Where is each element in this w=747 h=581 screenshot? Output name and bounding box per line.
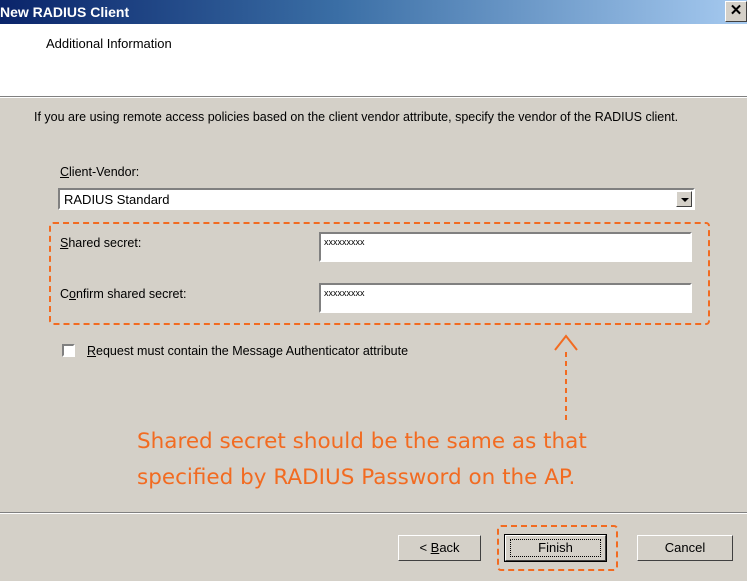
arrow-head-icon	[554, 334, 578, 351]
annotation-note: Shared secret should be the same as that…	[137, 424, 697, 496]
dialog-window: New RADIUS Client ✕ Additional Informati…	[0, 0, 747, 581]
footer-divider	[0, 512, 747, 514]
annotation-highlight-finish	[497, 525, 618, 571]
annotation-line-1: Shared secret should be the same as that	[137, 429, 587, 454]
annotation-line-2: specified by RADIUS Password on the AP.	[137, 465, 576, 490]
back-button[interactable]: < Back	[398, 535, 481, 561]
cancel-button[interactable]: Cancel	[637, 535, 733, 561]
